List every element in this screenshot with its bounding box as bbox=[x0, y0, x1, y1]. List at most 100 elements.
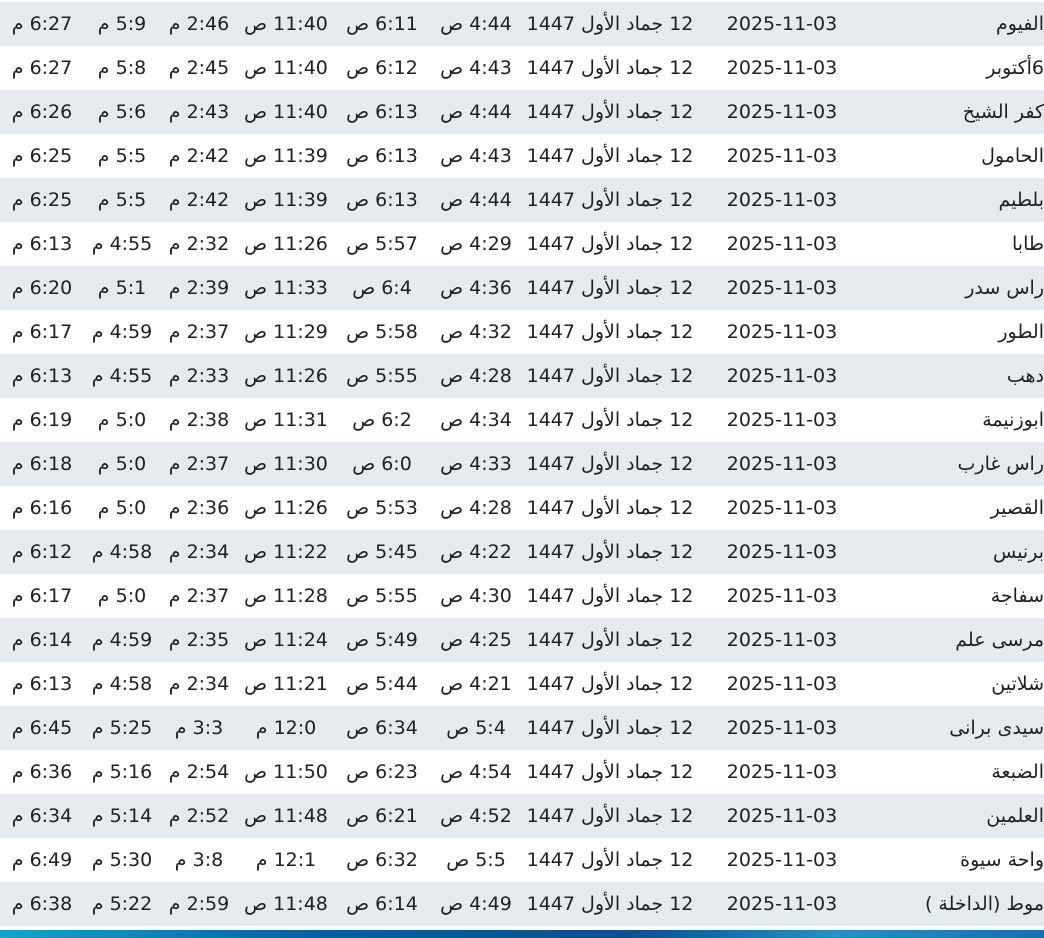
maghrib-time-cell: 5:1 م bbox=[97, 277, 147, 299]
asr-time-cell: 3:3 م bbox=[174, 717, 224, 739]
table-row: 6:13 م 4:55 م 2:32 م 11:26 ص 5:57 ص 4:29 ص 12 … bbox=[0, 222, 1044, 266]
isha-time-cell: 6:12 م bbox=[11, 541, 73, 563]
gregorian-date-cell: 2025-11-03 bbox=[726, 145, 838, 167]
gregorian-date-cell: 2025-11-03 bbox=[726, 13, 838, 35]
table-row: 6:38 م 5:22 م 2:59 م 11:48 ص 6:14 ص 4:49 ص 12 … bbox=[0, 882, 1044, 926]
gregorian-date-cell: 2025-11-03 bbox=[726, 57, 838, 79]
hijri-date-cell: 12 جماد الأول 1447 bbox=[526, 893, 694, 915]
asr-time-cell: 2:37 م bbox=[168, 585, 230, 607]
sunrise-time-cell: 6:14 ص bbox=[346, 893, 418, 915]
maghrib-time-cell: 5:8 م bbox=[97, 57, 147, 79]
gregorian-date-cell: 2025-11-03 bbox=[726, 277, 838, 299]
table-row: 6:45 م 5:25 م 3:3 م 12:0 م 6:34 ص 5:4 ص 12 جما… bbox=[0, 706, 1044, 750]
dhuhr-time-cell: 11:39 ص bbox=[244, 145, 328, 167]
fajr-time-cell: 4:52 ص bbox=[440, 805, 512, 827]
city-name-cell: العلمين bbox=[986, 805, 1044, 827]
gregorian-date-cell: 2025-11-03 bbox=[726, 585, 838, 607]
fajr-time-cell: 4:43 ص bbox=[440, 57, 512, 79]
hijri-date-cell: 12 جماد الأول 1447 bbox=[526, 805, 694, 827]
asr-time-cell: 2:43 م bbox=[168, 101, 230, 123]
city-name-cell: راس سدر bbox=[965, 277, 1044, 299]
city-name-cell: طابا bbox=[1012, 233, 1044, 255]
hijri-date-cell: 12 جماد الأول 1447 bbox=[526, 145, 694, 167]
city-name-cell: الطور bbox=[998, 321, 1044, 343]
gregorian-date-cell: 2025-11-03 bbox=[726, 233, 838, 255]
asr-time-cell: 2:38 م bbox=[168, 409, 230, 431]
gregorian-date-cell: 2025-11-03 bbox=[726, 101, 838, 123]
gregorian-date-cell: 2025-11-03 bbox=[726, 849, 838, 871]
isha-time-cell: 6:17 م bbox=[11, 585, 73, 607]
hijri-date-cell: 12 جماد الأول 1447 bbox=[526, 101, 694, 123]
sunrise-time-cell: 5:44 ص bbox=[346, 673, 418, 695]
isha-time-cell: 6:13 م bbox=[11, 673, 73, 695]
fajr-time-cell: 4:36 ص bbox=[440, 277, 512, 299]
table-row: 6:16 م 5:0 م 2:36 م 11:26 ص 5:53 ص 4:28 ص 12 ج… bbox=[0, 486, 1044, 530]
isha-time-cell: 6:13 م bbox=[11, 365, 73, 387]
gregorian-date-cell: 2025-11-03 bbox=[726, 409, 838, 431]
sunrise-time-cell: 6:34 ص bbox=[346, 717, 418, 739]
maghrib-time-cell: 5:16 م bbox=[91, 761, 153, 783]
hijri-date-cell: 12 جماد الأول 1447 bbox=[526, 541, 694, 563]
table-row: 6:17 م 4:59 م 2:37 م 11:29 ص 5:58 ص 4:32 ص 12 … bbox=[0, 310, 1044, 354]
fajr-time-cell: 4:32 ص bbox=[440, 321, 512, 343]
hijri-date-cell: 12 جماد الأول 1447 bbox=[526, 673, 694, 695]
prayer-times-table: 6:27 م 5:9 م 2:46 م 11:40 ص 6:11 ص 4:44 ص 12 ج… bbox=[0, 2, 1044, 926]
dhuhr-time-cell: 11:48 ص bbox=[244, 893, 328, 915]
asr-time-cell: 2:34 م bbox=[168, 673, 230, 695]
table-row: 6:26 م 5:6 م 2:43 م 11:40 ص 6:13 ص 4:44 ص 12 ج… bbox=[0, 90, 1044, 134]
hijri-date-cell: 12 جماد الأول 1447 bbox=[526, 189, 694, 211]
gregorian-date-cell: 2025-11-03 bbox=[726, 365, 838, 387]
isha-time-cell: 6:27 م bbox=[11, 57, 73, 79]
isha-time-cell: 6:34 م bbox=[11, 805, 73, 827]
sunrise-time-cell: 5:55 ص bbox=[346, 585, 418, 607]
gregorian-date-cell: 2025-11-03 bbox=[726, 453, 838, 475]
maghrib-time-cell: 4:55 م bbox=[91, 233, 153, 255]
fajr-time-cell: 4:22 ص bbox=[440, 541, 512, 563]
sunrise-time-cell: 6:32 ص bbox=[346, 849, 418, 871]
maghrib-time-cell: 5:0 م bbox=[97, 585, 147, 607]
hijri-date-cell: 12 جماد الأول 1447 bbox=[526, 585, 694, 607]
gregorian-date-cell: 2025-11-03 bbox=[726, 717, 838, 739]
asr-time-cell: 3:8 م bbox=[174, 849, 224, 871]
table-row: 6:20 م 5:1 م 2:39 م 11:33 ص 6:4 ص 4:36 ص 12 جم… bbox=[0, 266, 1044, 310]
maghrib-time-cell: 5:0 م bbox=[97, 409, 147, 431]
gregorian-date-cell: 2025-11-03 bbox=[726, 893, 838, 915]
hijri-date-cell: 12 جماد الأول 1447 bbox=[526, 233, 694, 255]
hijri-date-cell: 12 جماد الأول 1447 bbox=[526, 277, 694, 299]
dhuhr-time-cell: 11:33 ص bbox=[244, 277, 328, 299]
isha-time-cell: 6:19 م bbox=[11, 409, 73, 431]
city-name-cell: شلاتين bbox=[991, 673, 1044, 695]
dhuhr-time-cell: 11:28 ص bbox=[244, 585, 328, 607]
dhuhr-time-cell: 11:29 ص bbox=[244, 321, 328, 343]
table-row: 6:17 م 5:0 م 2:37 م 11:28 ص 5:55 ص 4:30 ص 12 ج… bbox=[0, 574, 1044, 618]
dhuhr-time-cell: 11:40 ص bbox=[244, 13, 328, 35]
asr-time-cell: 2:37 م bbox=[168, 453, 230, 475]
table-row: 6:27 م 5:8 م 2:45 م 11:40 ص 6:12 ص 4:43 ص 12 ج… bbox=[0, 46, 1044, 90]
gregorian-date-cell: 2025-11-03 bbox=[726, 761, 838, 783]
dhuhr-time-cell: 11:21 ص bbox=[244, 673, 328, 695]
fajr-time-cell: 5:5 ص bbox=[446, 849, 506, 871]
maghrib-time-cell: 5:9 م bbox=[97, 13, 147, 35]
city-name-cell: الفيوم bbox=[996, 13, 1044, 35]
asr-time-cell: 2:42 م bbox=[168, 189, 230, 211]
asr-time-cell: 2:39 م bbox=[168, 277, 230, 299]
fajr-time-cell: 4:49 ص bbox=[440, 893, 512, 915]
dhuhr-time-cell: 11:24 ص bbox=[244, 629, 328, 651]
asr-time-cell: 2:42 م bbox=[168, 145, 230, 167]
sunrise-time-cell: 6:0 ص bbox=[352, 453, 412, 475]
city-name-cell: القصير bbox=[990, 497, 1044, 519]
fajr-time-cell: 4:43 ص bbox=[440, 145, 512, 167]
hijri-date-cell: 12 جماد الأول 1447 bbox=[526, 365, 694, 387]
asr-time-cell: 2:54 م bbox=[168, 761, 230, 783]
fajr-time-cell: 4:54 ص bbox=[440, 761, 512, 783]
dhuhr-time-cell: 12:1 م bbox=[255, 849, 317, 871]
fajr-time-cell: 4:44 ص bbox=[440, 189, 512, 211]
isha-time-cell: 6:18 م bbox=[11, 453, 73, 475]
gregorian-date-cell: 2025-11-03 bbox=[726, 321, 838, 343]
table-row: 6:13 م 4:55 م 2:33 م 11:26 ص 5:55 ص 4:28 ص 12 … bbox=[0, 354, 1044, 398]
maghrib-time-cell: 4:58 م bbox=[91, 541, 153, 563]
fajr-time-cell: 4:28 ص bbox=[440, 365, 512, 387]
sunrise-time-cell: 5:57 ص bbox=[346, 233, 418, 255]
isha-time-cell: 6:20 م bbox=[11, 277, 73, 299]
hijri-date-cell: 12 جماد الأول 1447 bbox=[526, 629, 694, 651]
